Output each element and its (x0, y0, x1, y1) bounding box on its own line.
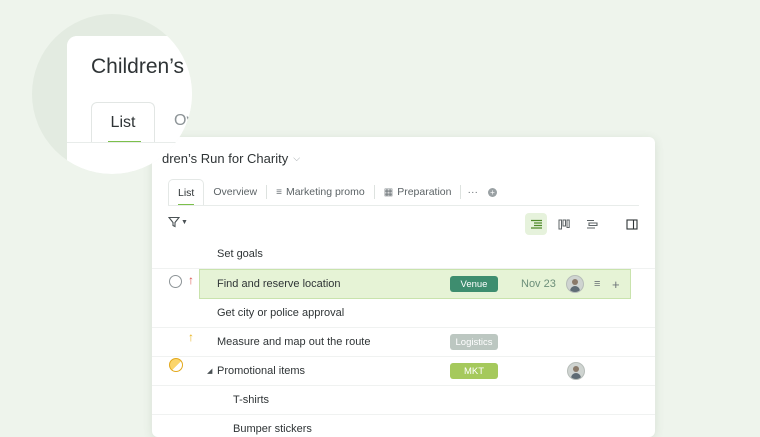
magnified-tab-list: List (91, 102, 155, 143)
magnified-project-title: Children’s (91, 55, 184, 78)
task-row-find-location[interactable]: Find and reserve location Venue Nov 23 ≡… (199, 269, 631, 299)
due-date[interactable]: Nov 23 (521, 278, 556, 290)
task-name[interactable]: Set goals (217, 248, 263, 260)
caret-down-icon: ▼ (181, 218, 188, 226)
tag-badge-logistics[interactable]: Logistics (450, 334, 498, 350)
task-name[interactable]: Find and reserve location (217, 278, 341, 290)
task-name[interactable]: T-shirts (233, 394, 269, 406)
list-view-button[interactable] (525, 213, 547, 235)
filter-button[interactable]: ▼ (168, 216, 188, 228)
toolbar: ▼ (168, 213, 643, 235)
task-list-panel: dren’s Run for Charity ⌵ List Overview ≡… (152, 137, 655, 437)
more-tabs-button[interactable]: ··· (461, 186, 484, 198)
tab-preparation-label: Preparation (397, 186, 452, 198)
board-view-button[interactable] (553, 213, 575, 235)
tag-badge-venue[interactable]: Venue (450, 276, 498, 292)
magnified-tab-underline (67, 142, 192, 143)
project-title[interactable]: dren’s Run for Charity ⌵ (162, 151, 300, 166)
task-name[interactable]: Measure and map out the route (217, 336, 370, 348)
status-open-icon[interactable] (169, 275, 182, 288)
tab-marketing-promo[interactable]: ≡ Marketing promo (267, 179, 374, 205)
tab-marketing-promo-label: Marketing promo (285, 186, 365, 198)
side-panel-toggle[interactable] (621, 213, 643, 235)
tab-preparation[interactable]: ▦ Preparation (375, 179, 461, 205)
tag-badge-mkt[interactable]: MKT (450, 363, 498, 379)
expand-triangle-icon[interactable]: ◢ (207, 367, 212, 375)
status-in-progress-icon[interactable] (169, 358, 183, 372)
subtasks-icon[interactable]: ≡ (594, 278, 600, 290)
filter-icon (168, 216, 180, 228)
view-switcher (525, 213, 643, 235)
tab-overview-label: Overview (213, 186, 258, 198)
tab-list[interactable]: List (168, 179, 205, 206)
task-row-measure-route[interactable]: Measure and map out the route Logistics (152, 328, 655, 357)
task-row-city-approval[interactable]: Get city or police approval (152, 299, 655, 328)
list-view-icon: ≡ (276, 186, 282, 198)
tab-underline (168, 205, 639, 206)
task-name[interactable]: Bumper stickers (233, 423, 312, 435)
assignee-avatar[interactable] (567, 362, 585, 380)
side-panel-icon (626, 218, 638, 230)
magnified-tabs: List Ov (91, 102, 192, 143)
add-icon[interactable]: + (612, 277, 620, 292)
chevron-down-icon[interactable]: ⌵ (293, 153, 300, 164)
priority-medium-arrow-icon[interactable]: ↑ (188, 330, 194, 344)
task-name[interactable]: Promotional items (217, 365, 305, 377)
tab-overview[interactable]: Overview (204, 179, 266, 205)
task-name[interactable]: Get city or police approval (217, 307, 344, 319)
priority-high-arrow-icon[interactable]: ↑ (188, 273, 194, 287)
list-view-icon (530, 219, 542, 229)
task-row-set-goals[interactable]: Set goals (152, 240, 655, 269)
tab-bar: List Overview ≡ Marketing promo ▦ Prepar… (168, 179, 639, 206)
board-view-icon (558, 219, 570, 229)
add-tab-icon[interactable]: + (487, 187, 497, 197)
tab-list-label: List (178, 186, 195, 199)
assignee-avatar[interactable] (566, 275, 584, 293)
magnified-tab-overview: Ov (174, 112, 192, 129)
task-row-bumper-stickers[interactable]: Bumper stickers (152, 415, 655, 437)
task-row-promotional-items[interactable]: ◢ Promotional items MKT (152, 357, 655, 386)
task-row-tshirts[interactable]: T-shirts (152, 386, 655, 415)
project-title-text: dren’s Run for Charity (162, 151, 289, 166)
gantt-view-button[interactable] (581, 213, 603, 235)
gantt-view-icon (587, 219, 598, 229)
board-view-icon: ▦ (383, 186, 394, 198)
task-list: Set goals Find and reserve location Venu… (152, 240, 655, 437)
